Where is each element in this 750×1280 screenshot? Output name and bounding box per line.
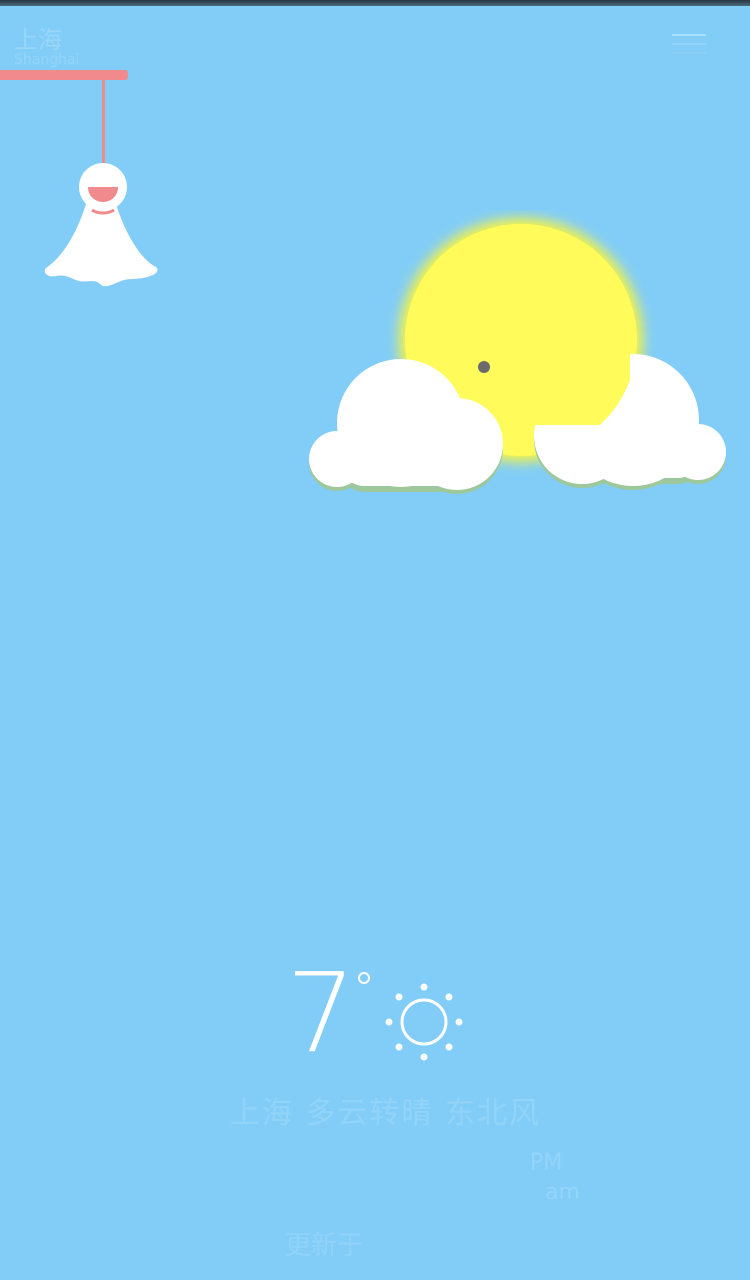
weather-detail-2: am (545, 1180, 580, 1205)
city-label[interactable]: 上海 (14, 20, 62, 55)
menu-icon[interactable] (672, 34, 706, 54)
current-weather: 7 (280, 958, 480, 1078)
weather-description: 上海 多云转晴 东北风 (230, 1096, 542, 1131)
sun-outline-icon (385, 983, 463, 1061)
sun-left-eye (478, 361, 490, 373)
city-sub-label: Shanghai (14, 52, 80, 68)
teru-teru-bozu-icon (44, 163, 158, 287)
degree-symbol (358, 972, 370, 984)
hanging-string (102, 80, 105, 166)
hanging-bar (0, 70, 128, 80)
temperature-value: 7 (286, 949, 356, 1077)
sun-behind-cloud-illustration (309, 218, 726, 494)
weather-detail-1: PM (530, 1150, 563, 1175)
weather-detail-3: 更新于 (285, 1231, 364, 1261)
status-bar (0, 0, 750, 6)
